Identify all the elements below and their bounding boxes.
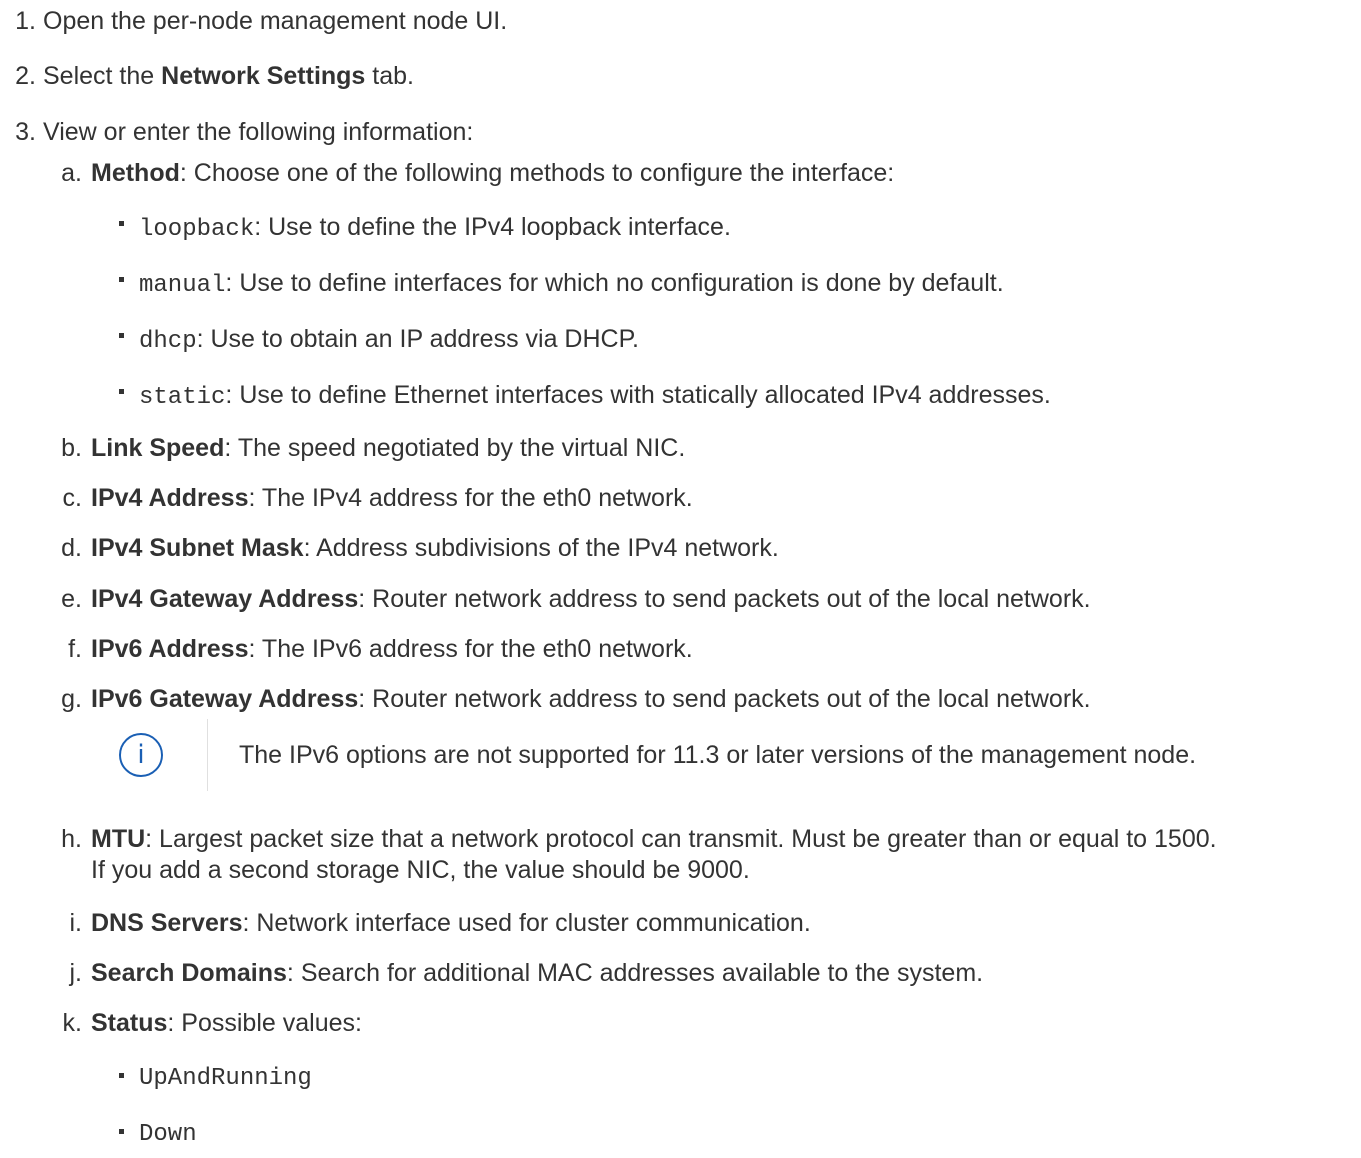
description: : Network interface used for cluster com… (242, 909, 811, 937)
code-term: manual (139, 272, 226, 299)
step-marker: 2. (15, 62, 36, 90)
code-term: loopback (139, 216, 255, 243)
bullet-icon (119, 389, 124, 394)
description: : Search for additional MAC addresses av… (286, 959, 984, 987)
step-marker: 1. (15, 7, 36, 35)
code-term: static (139, 384, 226, 411)
description: : Router network address to send packets… (358, 685, 1091, 713)
substep-marker: d. (61, 534, 82, 562)
term: IPv4 Address (91, 484, 249, 512)
substep-marker: f. (68, 635, 82, 663)
term: Link Speed (91, 434, 225, 462)
description: : The IPv4 address for the eth0 network. (248, 484, 693, 512)
step-text: View or enter the following information: (43, 118, 474, 146)
description: : The speed negotiated by the virtual NI… (224, 434, 686, 462)
note-text: The IPv6 options are not supported for 1… (239, 741, 1197, 769)
step-text: Open the per-node management node UI. (43, 7, 508, 35)
substep-marker: h. (61, 825, 82, 853)
description: : Use to define the IPv4 loopback interf… (254, 213, 731, 241)
description: : The IPv6 address for the eth0 network. (248, 635, 693, 663)
step-marker: 3. (15, 118, 36, 146)
ui-label-network-settings: Network Settings (161, 62, 366, 90)
substep-marker: g. (61, 685, 82, 713)
description: : Choose one of the following methods to… (179, 159, 895, 187)
info-icon: i (119, 733, 163, 777)
term: DNS Servers (91, 909, 243, 937)
term: IPv4 Gateway Address (91, 585, 359, 613)
bullet-icon (119, 1129, 124, 1134)
note-divider (207, 719, 208, 791)
code-term: dhcp (139, 328, 197, 355)
term: Status (91, 1009, 168, 1037)
term: MTU (91, 825, 146, 853)
description: : Largest packet size that a network pro… (145, 825, 1217, 853)
term: Search Domains (91, 959, 287, 987)
term: IPv6 Gateway Address (91, 685, 359, 713)
description: : Router network address to send packets… (358, 585, 1091, 613)
status-value: UpAndRunning (139, 1065, 312, 1092)
bullet-icon (119, 1073, 124, 1078)
step-text: Select the Network Settings tab. (43, 62, 414, 90)
substep-marker: e. (61, 585, 82, 613)
substep-marker: b. (61, 434, 82, 462)
bullet-icon (119, 333, 124, 338)
bullet-icon (119, 277, 124, 282)
description: : Use to obtain an IP address via DHCP. (196, 325, 639, 353)
description: : Possible values: (167, 1009, 362, 1037)
substep-marker: j. (69, 959, 83, 987)
status-value: Down (139, 1121, 197, 1148)
bullet-icon (119, 221, 124, 226)
substep-marker: a. (61, 159, 82, 187)
description-continued: If you add a second storage NIC, the val… (91, 856, 750, 884)
substep-marker: k. (62, 1009, 82, 1037)
term: IPv4 Subnet Mask (91, 534, 304, 562)
term: IPv6 Address (91, 635, 249, 663)
description: : Use to define interfaces for which no … (225, 269, 1004, 297)
description: : Address subdivisions of the IPv4 netwo… (303, 534, 779, 562)
term: Method (91, 159, 180, 187)
substep-marker: c. (62, 484, 82, 512)
description: : Use to define Ethernet interfaces with… (225, 381, 1051, 409)
substep-marker: i. (69, 909, 83, 937)
